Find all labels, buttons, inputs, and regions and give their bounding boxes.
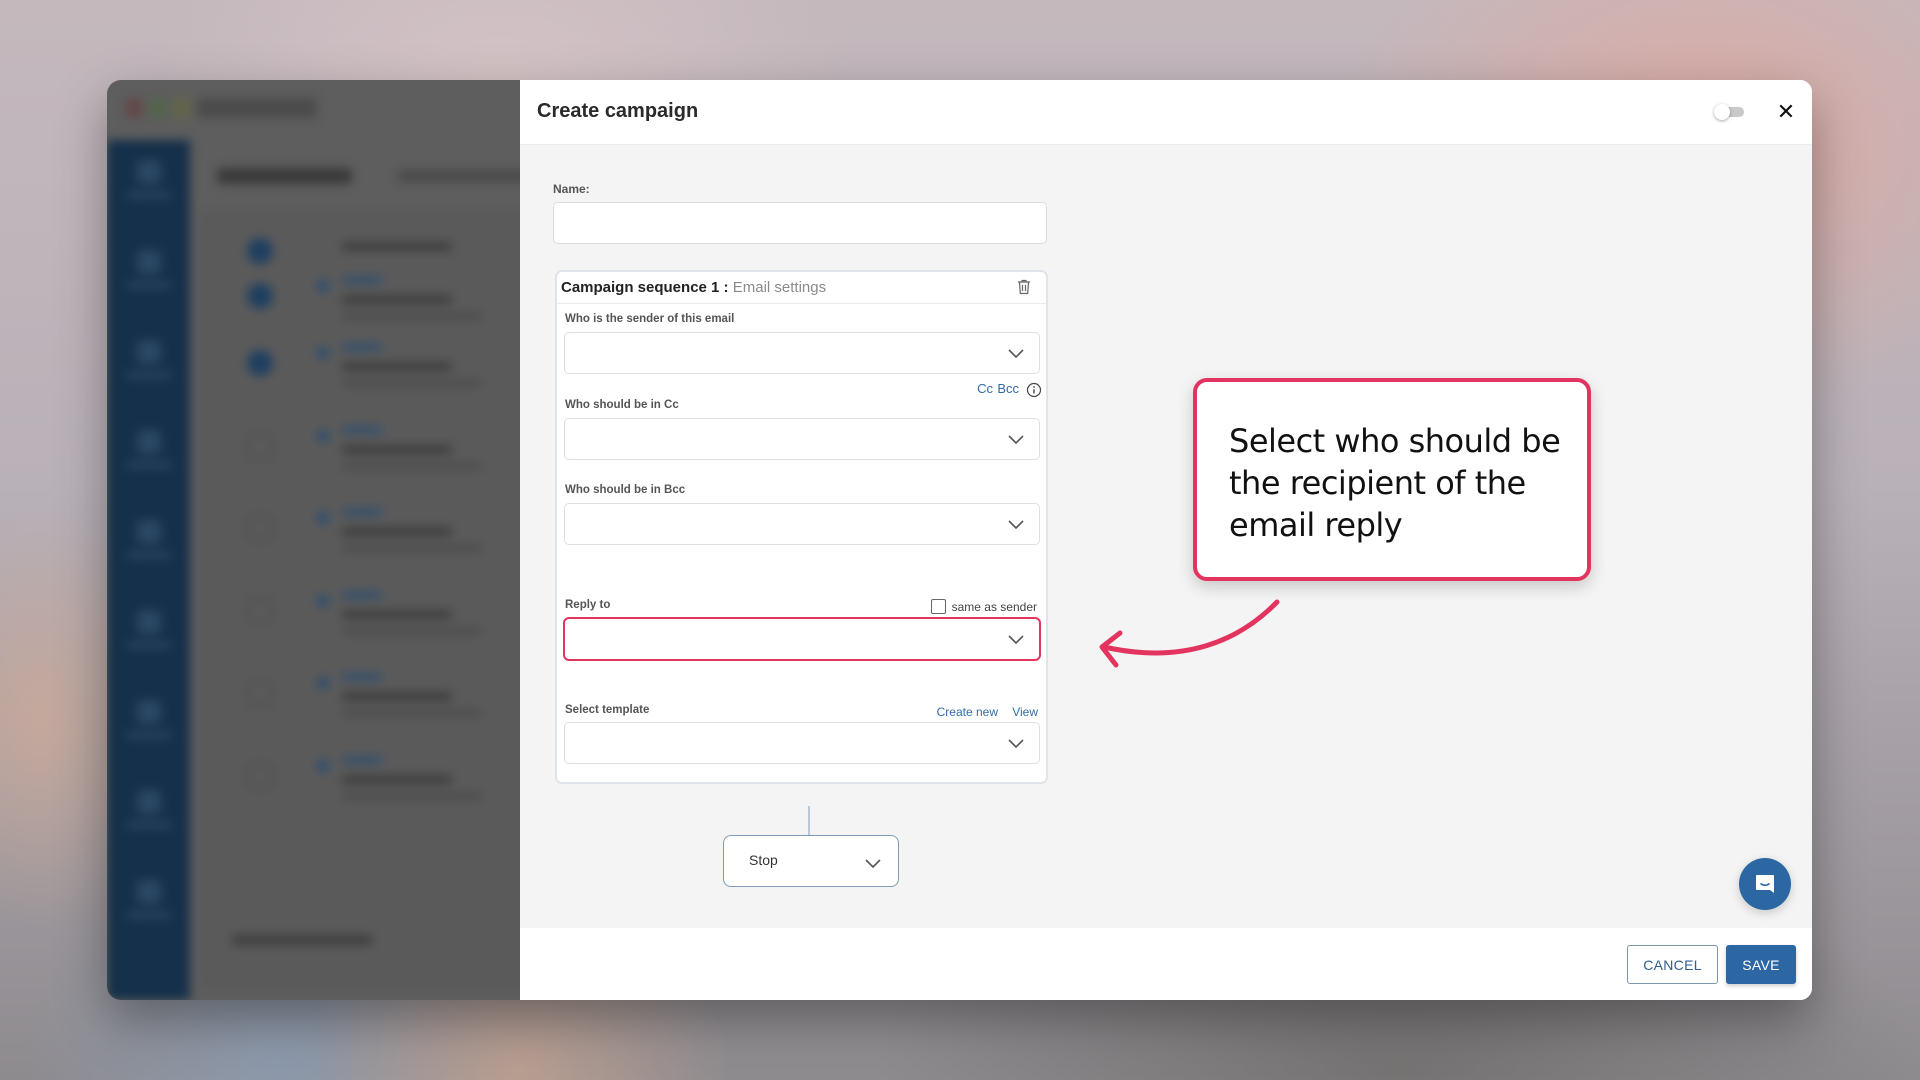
background-sidebar-item	[124, 250, 174, 288]
sequence-header: Campaign sequence 1 : Email settings	[557, 272, 1046, 304]
modal-footer	[520, 928, 1812, 1000]
chevron-down-icon	[1008, 435, 1024, 445]
background-sidebar-item	[124, 160, 174, 198]
modal-header: Create campaign ✕	[520, 80, 1812, 145]
sequence-title-main: Campaign sequence 1 :	[561, 279, 729, 296]
background-list-row	[247, 755, 527, 825]
background-list-row	[247, 342, 527, 412]
background-sidebar-item	[124, 700, 174, 738]
view-template-link[interactable]: View	[1012, 705, 1038, 719]
chat-support-button[interactable]	[1739, 858, 1791, 910]
background-list-row	[247, 590, 527, 660]
cc-select[interactable]	[564, 418, 1040, 460]
toggle-knob	[1714, 104, 1730, 120]
chevron-down-icon	[1008, 349, 1024, 359]
cc-label: Who should be in Cc	[565, 399, 679, 411]
next-step-value: Stop	[749, 852, 778, 868]
chevron-down-icon	[1008, 739, 1024, 749]
reply-to-label: Reply to	[565, 599, 611, 611]
sender-select[interactable]	[564, 332, 1040, 374]
sequence-title: Campaign sequence 1 : Email settings	[561, 279, 826, 296]
background-page-subtitle	[397, 170, 537, 182]
background-sidebar-item	[124, 790, 174, 828]
background-sidebar-item	[124, 430, 174, 468]
cancel-button[interactable]: CANCEL	[1627, 945, 1718, 984]
background-sidebar-item	[124, 610, 174, 648]
annotation-callout: Select who should be the recipient of th…	[1193, 378, 1591, 581]
create-new-template-link[interactable]: Create new	[937, 705, 998, 719]
template-label: Select template	[565, 704, 650, 716]
background-sidebar-item	[124, 880, 174, 918]
background-sidebar	[107, 140, 190, 1000]
chat-icon	[1756, 875, 1774, 893]
same-as-sender-checkbox[interactable]	[930, 599, 946, 614]
bcc-link[interactable]: Bcc	[997, 381, 1019, 396]
chevron-down-icon	[1008, 520, 1024, 530]
close-button[interactable]: ✕	[1776, 100, 1796, 124]
campaign-sequence-card: Campaign sequence 1 : Email settings Who…	[555, 270, 1048, 784]
sender-label: Who is the sender of this email	[565, 313, 735, 325]
background-list-row	[247, 275, 527, 345]
trash-icon[interactable]	[1017, 279, 1031, 295]
modal-toggle-switch[interactable]	[1714, 104, 1744, 120]
chevron-down-icon	[865, 859, 881, 869]
template-select[interactable]	[564, 722, 1040, 764]
campaign-name-input[interactable]	[553, 202, 1047, 244]
info-icon[interactable]	[1026, 382, 1042, 398]
same-as-sender-checkbox-wrapper[interactable]: same as sender	[930, 599, 1037, 614]
chevron-down-icon	[1008, 635, 1024, 645]
next-step-select[interactable]: Stop	[723, 835, 899, 887]
bcc-select[interactable]	[564, 503, 1040, 545]
create-campaign-modal: Create campaign ✕ Name: Campaign sequenc…	[520, 80, 1812, 1000]
sequence-subtitle: Email settings	[732, 279, 827, 296]
close-icon: ✕	[1776, 99, 1796, 124]
bcc-label: Who should be in Bcc	[565, 484, 686, 496]
background-sidebar-item	[124, 340, 174, 378]
name-label: Name:	[553, 182, 590, 196]
background-list-row	[247, 507, 527, 577]
save-button[interactable]: SAVE	[1726, 945, 1796, 984]
background-app-logo	[125, 98, 317, 118]
same-as-sender-label: same as sender	[951, 599, 1037, 614]
background-page-title	[217, 168, 352, 184]
cc-link[interactable]: Cc	[977, 381, 993, 396]
reply-to-select[interactable]	[563, 617, 1041, 661]
background-footer-text	[232, 935, 372, 945]
modal-title: Create campaign	[537, 100, 699, 122]
annotation-arrow-icon	[1099, 599, 1280, 668]
background-sidebar-item	[124, 520, 174, 558]
annotation-text: Select who should be the recipient of th…	[1229, 422, 1561, 544]
background-list-row	[247, 672, 527, 742]
background-list-row	[247, 425, 527, 495]
